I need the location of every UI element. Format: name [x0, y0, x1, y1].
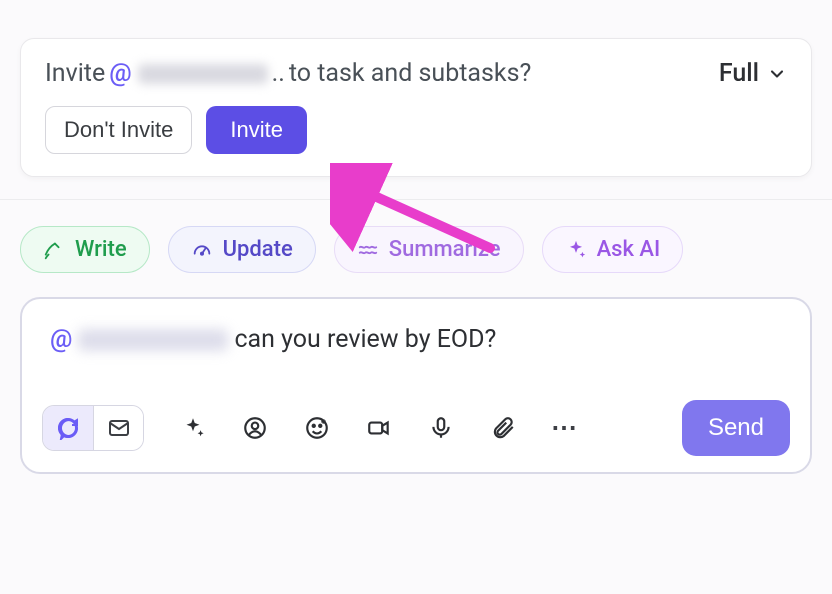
summarize-pill[interactable]: Summarize	[334, 226, 524, 273]
emoji-icon[interactable]	[302, 413, 332, 443]
invite-suffix: to task and subtasks?	[289, 59, 531, 88]
invite-prompt: Invite @ .. to task and subtasks?	[45, 59, 531, 88]
composer-icon-row: ⋯	[178, 413, 580, 443]
update-pill-label: Update	[223, 237, 293, 262]
send-button[interactable]: Send	[682, 400, 790, 456]
attachment-icon[interactable]	[488, 413, 518, 443]
mention-name-redacted	[138, 64, 268, 84]
suggestion-pill-row: Write Update Summarize Ask AI	[0, 200, 832, 273]
write-pill-label: Write	[75, 237, 127, 262]
waves-icon	[357, 239, 379, 261]
invite-row: Invite @ .. to task and subtasks? Full	[45, 59, 787, 88]
pencil-icon	[43, 239, 65, 261]
composer-mention-name-redacted	[78, 329, 228, 351]
invite-card: Invite @ .. to task and subtasks? Full D…	[20, 38, 812, 177]
ai-icon[interactable]	[178, 413, 208, 443]
video-icon[interactable]	[364, 413, 394, 443]
more-icon[interactable]: ⋯	[550, 413, 580, 443]
chevron-down-icon	[767, 64, 787, 84]
mention-at: @	[109, 59, 131, 88]
mention-icon[interactable]	[240, 413, 270, 443]
comment-mode-button[interactable]	[43, 406, 93, 450]
microphone-icon[interactable]	[426, 413, 456, 443]
email-mode-button[interactable]	[93, 406, 143, 450]
dont-invite-button[interactable]: Don't Invite	[45, 106, 192, 154]
invite-truncate: ..	[272, 59, 285, 88]
composer-message: can you review by EOD?	[234, 325, 496, 354]
composer-mode-group: ⋯	[42, 405, 580, 451]
update-pill[interactable]: Update	[168, 226, 316, 273]
ask-ai-pill-label: Ask AI	[597, 237, 661, 262]
composer-toolbar: ⋯ Send	[42, 400, 790, 456]
composer-mention-at: @	[50, 325, 72, 354]
comment-composer[interactable]: @ can you review by EOD?	[20, 297, 812, 474]
invite-scope-label: Full	[719, 59, 759, 88]
invite-scope-dropdown[interactable]: Full	[719, 59, 787, 88]
invite-actions: Don't Invite Invite	[45, 106, 787, 154]
invite-button[interactable]: Invite	[206, 106, 307, 154]
invite-prefix: Invite	[45, 59, 105, 88]
sparkle-icon	[565, 239, 587, 261]
write-pill[interactable]: Write	[20, 226, 150, 273]
ask-ai-pill[interactable]: Ask AI	[542, 226, 684, 273]
gauge-icon	[191, 239, 213, 261]
summarize-pill-label: Summarize	[389, 237, 501, 262]
composer-text[interactable]: @ can you review by EOD?	[42, 325, 790, 354]
